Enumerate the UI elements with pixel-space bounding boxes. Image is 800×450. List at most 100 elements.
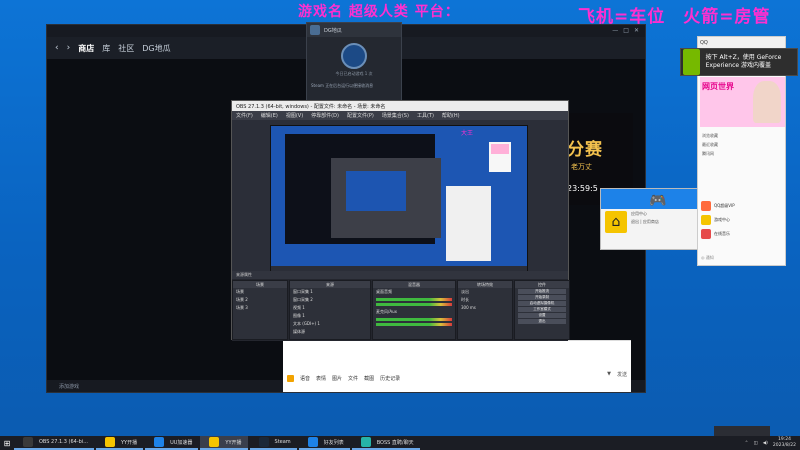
- nested-chat-window: [446, 186, 491, 261]
- source-item[interactable]: 窗口采集 1: [290, 288, 370, 296]
- tray-popup: [714, 426, 770, 436]
- home-icon[interactable]: ⌂: [605, 211, 627, 233]
- menu-tools[interactable]: 工具(T): [417, 112, 434, 119]
- list-item[interactable]: 腾讯网: [698, 149, 785, 158]
- menu-help[interactable]: 帮助(H): [442, 112, 460, 119]
- volume-slider[interactable]: [376, 303, 452, 306]
- taskbar-task[interactable]: UU加速器: [145, 436, 199, 450]
- taskbar-task[interactable]: BOSS 直聘/聊天: [351, 436, 420, 450]
- qq-app-item[interactable]: QQ超级VIP: [698, 199, 785, 213]
- send-button[interactable]: 发送: [617, 371, 627, 378]
- transition-select[interactable]: 淡出: [458, 288, 512, 296]
- chat-window[interactable]: 语音 表情 图片 文件 截图 历史记录 ▼ 发送: [283, 340, 631, 392]
- network-icon[interactable]: ◫: [753, 441, 757, 446]
- duration-input[interactable]: 300 ms: [458, 304, 512, 311]
- nav-store[interactable]: 商店: [78, 43, 94, 54]
- screenshot-button[interactable]: 截图: [364, 375, 374, 382]
- menu-scene-collection[interactable]: 场景集合(S): [382, 112, 409, 119]
- banner-title: 分赛: [567, 140, 603, 160]
- transitions-dock[interactable]: 转场特效 淡出 时长 300 ms: [457, 280, 513, 340]
- dock-title: 来源属性: [232, 271, 568, 279]
- volume-slider[interactable]: [376, 323, 452, 326]
- banner-subtitle: 老万丈: [571, 163, 592, 171]
- app-icon: [209, 437, 220, 447]
- image-button[interactable]: 图片: [332, 375, 342, 382]
- nvidia-logo-icon: [683, 49, 700, 75]
- banner-countdown: 23:59:5: [567, 184, 598, 193]
- close-icon[interactable]: ✕: [634, 27, 639, 34]
- menu-edit[interactable]: 编辑(E): [261, 112, 278, 119]
- menu-view[interactable]: 视图(V): [286, 112, 303, 119]
- obs-window[interactable]: OBS 27.1.3 (64-bit, windows) - 配置文件: 未命名…: [231, 100, 570, 341]
- app-icon: [701, 201, 711, 211]
- controls-dock[interactable]: 控件 开始推流 开始录制 启动虚拟摄像机 工作室模式 设置 退出: [514, 280, 570, 340]
- qq-app-item[interactable]: 游戏中心: [698, 213, 785, 227]
- app-center-popup[interactable]: 🎮 ⌂ 应用中心 退出 | 应用商店: [600, 188, 698, 250]
- source-item[interactable]: 文本 (GDI+) 1: [290, 320, 370, 328]
- start-streaming-button[interactable]: 开始推流: [518, 289, 566, 294]
- exit-button[interactable]: 退出: [518, 319, 566, 324]
- start-icon[interactable]: ⊞: [0, 439, 14, 448]
- taskbar-task[interactable]: 好友列表: [298, 436, 350, 450]
- file-button[interactable]: 文件: [348, 375, 358, 382]
- taskbar-tasks: OBS 27.1.3 (64-bi... YY开播 UU加速器 YY开播 Steam 好友…: [14, 436, 422, 450]
- scene-item[interactable]: 场景 3: [233, 304, 287, 312]
- app-icon: [23, 437, 33, 447]
- minimize-icon[interactable]: —: [612, 27, 618, 34]
- emoji-button[interactable]: 表情: [316, 375, 326, 382]
- qq-promo-banner[interactable]: 网页世界: [700, 77, 785, 127]
- scene-item[interactable]: 场景: [233, 288, 287, 296]
- sources-dock[interactable]: 来源 窗口采集 1 窗口采集 2 视频 1 图像 1 文本 (GDI+) 1 媒…: [289, 280, 371, 340]
- back-icon[interactable]: ‹: [55, 43, 59, 53]
- obs-titlebar[interactable]: OBS 27.1.3 (64-bit, windows) - 配置文件: 未命名…: [232, 101, 568, 111]
- qq-footer[interactable]: ◎ 通知: [701, 255, 714, 261]
- steam-notification[interactable]: DG地瓜 今日已启动游戏 1 次 Steam 正在后台运行以便接收消息: [306, 22, 402, 102]
- obs-preview[interactable]: 大王: [270, 125, 528, 273]
- taskbar-task[interactable]: Steam: [249, 436, 297, 450]
- popup-links[interactable]: 退出 | 应用商店: [631, 219, 659, 225]
- emoji-icon[interactable]: [287, 374, 294, 382]
- duration-label: 时长: [461, 297, 469, 302]
- qq-app-item[interactable]: 在线音乐: [698, 227, 785, 241]
- nav-profile[interactable]: DG地瓜: [142, 43, 170, 54]
- app-label: QQ超级VIP: [714, 203, 735, 208]
- list-item[interactable]: 浏览收藏: [698, 131, 785, 140]
- audio-mixer-dock[interactable]: 混音器 桌面音频 麦克风/Aux: [372, 280, 456, 340]
- mixer-header: 混音器: [373, 281, 455, 288]
- voice-button[interactable]: 语音: [300, 375, 310, 382]
- taskbar: ⊞ OBS 27.1.3 (64-bi... YY开播 UU加速器 YY开播 Steam…: [0, 436, 800, 450]
- source-item[interactable]: 媒体源: [290, 328, 370, 336]
- nvidia-overlay-toast[interactable]: 按下 Alt+Z，使用 GeForce Experience 游戏内覆盖: [680, 48, 798, 76]
- forward-icon[interactable]: ›: [67, 43, 71, 53]
- studio-mode-button[interactable]: 工作室模式: [518, 307, 566, 312]
- steam-window-controls: — □ ✕: [601, 27, 639, 34]
- nav-library[interactable]: 库: [102, 43, 110, 54]
- menu-file[interactable]: 文件(F): [236, 112, 253, 119]
- source-item[interactable]: 图像 1: [290, 312, 370, 320]
- clock[interactable]: 19:24 2023/8/22: [773, 437, 796, 449]
- settings-button[interactable]: 设置: [518, 313, 566, 318]
- qq-list: 浏览收藏 最近收藏 腾讯网: [698, 131, 785, 158]
- scene-item[interactable]: 场景 2: [233, 296, 287, 304]
- source-item[interactable]: 视频 1: [290, 304, 370, 312]
- maximize-icon[interactable]: □: [623, 27, 629, 34]
- taskbar-task[interactable]: YY开播: [95, 436, 144, 450]
- nvidia-toast-text: 按下 Alt+Z，使用 GeForce Experience 游戏内覆盖: [705, 54, 782, 69]
- start-recording-button[interactable]: 开始录制: [518, 295, 566, 300]
- notification-header: DG地瓜: [307, 23, 401, 37]
- app-label: 游戏中心: [714, 217, 730, 222]
- menu-profile[interactable]: 配置文件(P): [347, 112, 374, 119]
- taskbar-task[interactable]: OBS 27.1.3 (64-bi...: [14, 436, 94, 450]
- chat-send-area: ▼ 发送: [607, 371, 627, 378]
- taskbar-task[interactable]: YY开播: [200, 436, 248, 450]
- list-item[interactable]: 最近收藏: [698, 140, 785, 149]
- nav-community[interactable]: 社区: [118, 43, 134, 54]
- scenes-dock[interactable]: 场景 场景 场景 2 场景 3: [232, 280, 288, 340]
- history-button[interactable]: 历史记录: [380, 375, 400, 382]
- tray-chevron-icon[interactable]: ⌃: [745, 441, 749, 446]
- virtual-camera-button[interactable]: 启动虚拟摄像机: [518, 301, 566, 306]
- menu-docks[interactable]: 停靠部件(D): [311, 112, 339, 119]
- volume-icon[interactable]: ◀): [763, 441, 768, 446]
- source-item[interactable]: 窗口采集 2: [290, 296, 370, 304]
- send-options-icon[interactable]: ▼: [607, 371, 611, 378]
